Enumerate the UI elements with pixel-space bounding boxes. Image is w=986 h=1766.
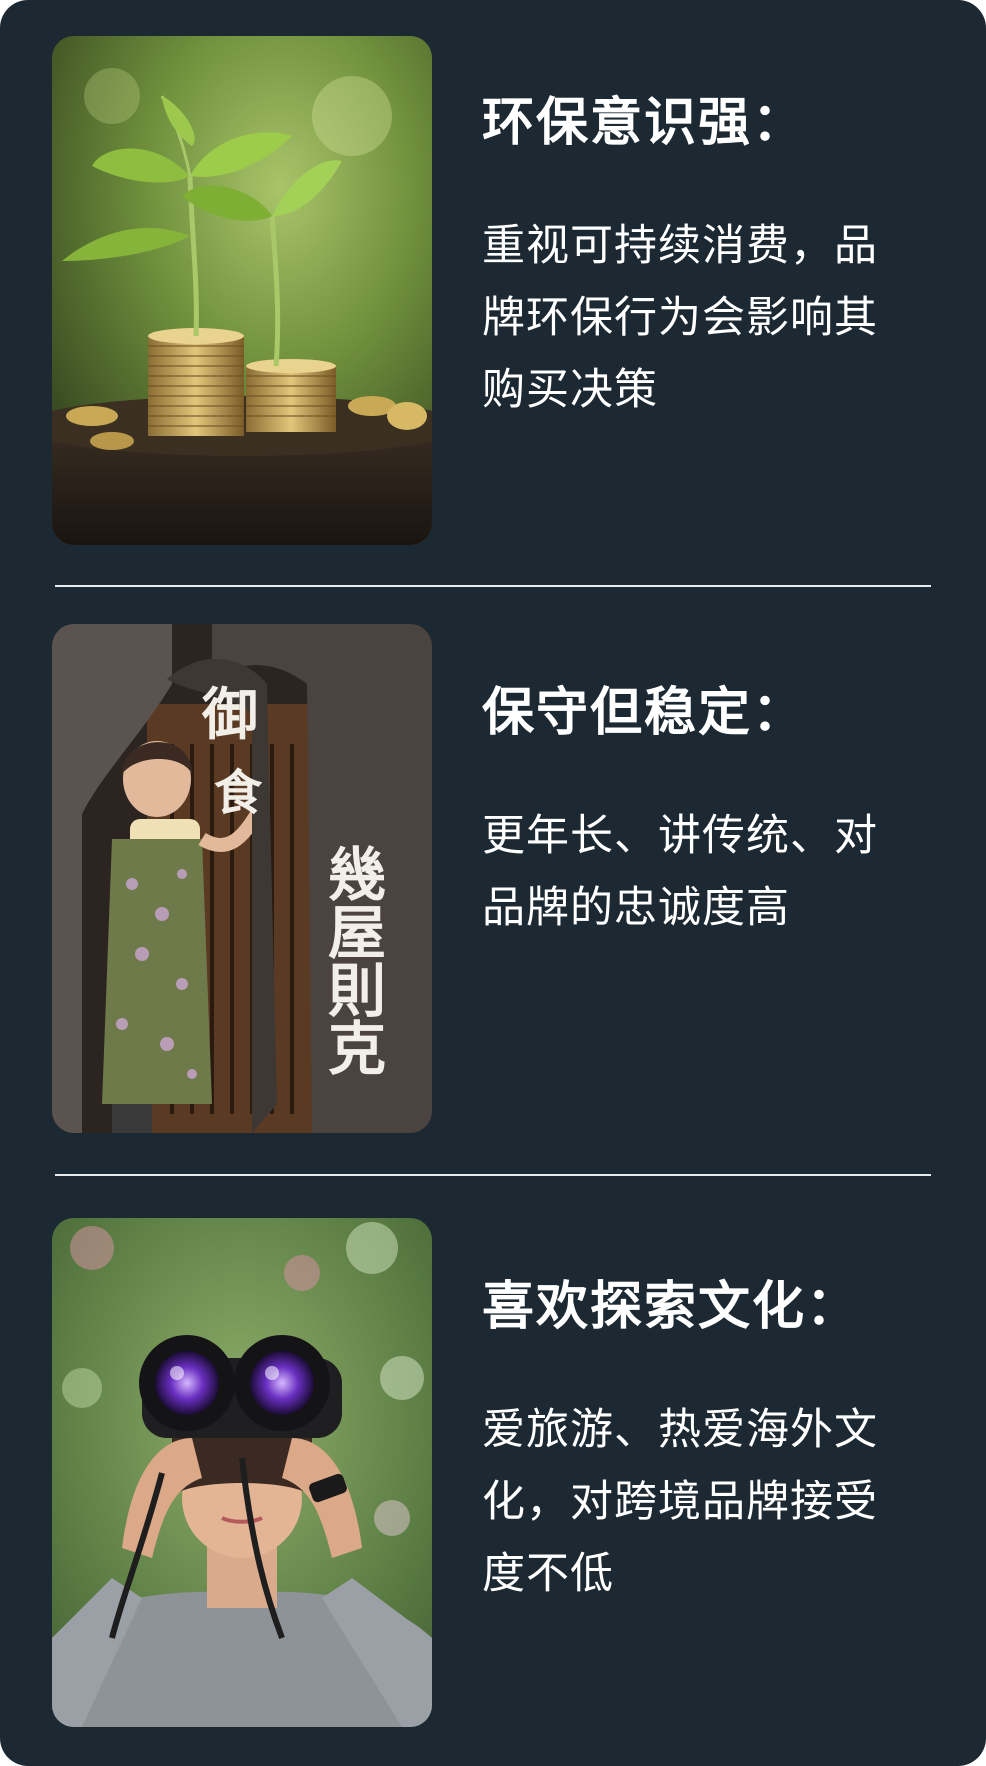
curtain-vertical-text: 幾屋則克 <box>318 844 386 1076</box>
trait-description: 更年长、讲传统、对品牌的忠诚度高 <box>482 811 878 934</box>
trait-description: 重视可持续消费，品牌环保行为会影响其购买决策 <box>482 221 878 416</box>
noren-curtain-photo: 御 食 幾屋則克 <box>52 624 432 1133</box>
curtain-char-1: 御 <box>201 682 258 748</box>
trait-title: 喜欢探索文化： <box>482 1277 861 1337</box>
curtain-char-2: 食 <box>214 765 263 821</box>
binoculars-photo <box>52 1218 432 1727</box>
persona-card: 环保意识强： 重视可持续消费，品牌环保行为会影响其购买决策 御 食 幾屋則克 保… <box>0 0 986 1766</box>
trait-description: 爱旅游、热爱海外文化，对跨境品牌接受度不低 <box>482 1405 878 1600</box>
section-divider <box>55 1174 931 1176</box>
plant-coins-photo <box>52 36 432 545</box>
trait-title: 环保意识强： <box>482 93 807 153</box>
trait-title: 保守但稳定： <box>482 683 807 743</box>
section-divider <box>55 585 931 587</box>
